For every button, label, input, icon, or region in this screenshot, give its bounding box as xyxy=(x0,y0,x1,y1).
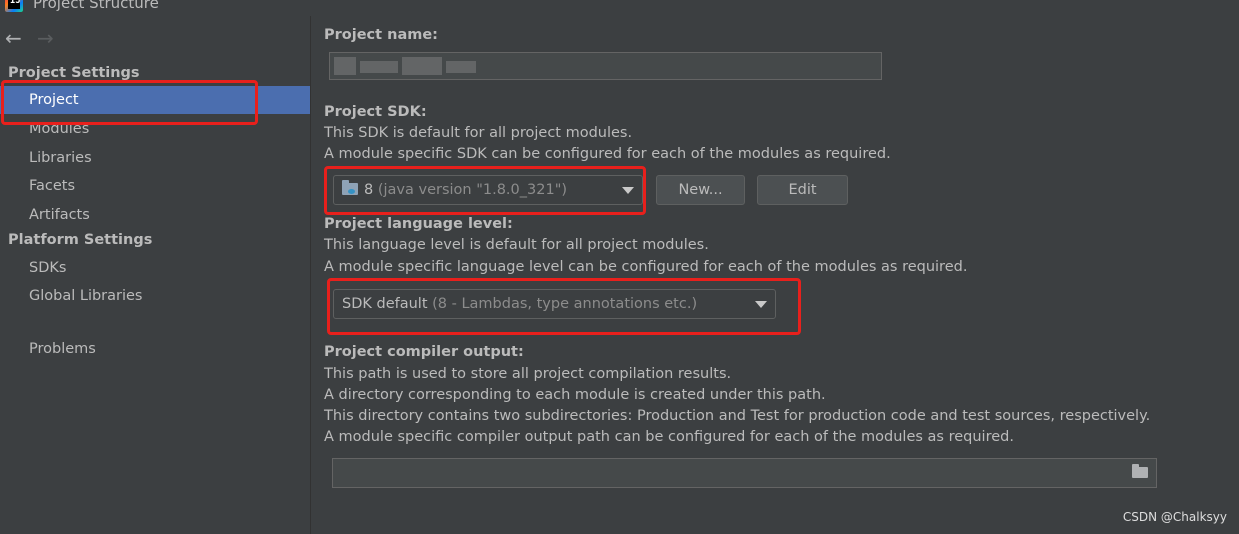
sidebar-item-project[interactable]: Project xyxy=(0,86,310,114)
chevron-down-icon xyxy=(755,301,767,308)
compiler-output-desc-3: This directory contains two subdirectori… xyxy=(324,408,1151,424)
edit-sdk-button[interactable]: Edit xyxy=(757,175,848,205)
sidebar-item-libraries[interactable]: Libraries xyxy=(0,144,310,172)
compiler-output-desc-4: A module specific compiler output path c… xyxy=(324,429,1014,445)
chevron-down-icon xyxy=(622,187,634,194)
project-name-field[interactable] xyxy=(329,52,882,80)
section-header-project-settings: Project Settings xyxy=(8,65,140,81)
redacted-blur xyxy=(402,57,442,75)
redacted-blur xyxy=(360,61,398,73)
project-settings-panel: Project name: Project SDK: This SDK is d… xyxy=(311,16,1239,534)
language-level-desc-2: A module specific language level can be … xyxy=(324,259,968,275)
project-sdk-desc-2: A module specific SDK can be configured … xyxy=(324,146,891,162)
sdk-folder-icon xyxy=(342,180,358,195)
forward-arrow-icon[interactable]: → xyxy=(37,28,54,48)
window-title: Project Structure xyxy=(33,0,159,12)
language-level-desc-1: This language level is default for all p… xyxy=(324,237,709,253)
sidebar-item-facets[interactable]: Facets xyxy=(0,172,310,200)
watermark: CSDN @Chalksyy xyxy=(1122,510,1227,524)
project-sdk-label: Project SDK: xyxy=(324,104,427,120)
sdk-selected-value: 8 xyxy=(364,182,374,198)
language-level-dropdown[interactable]: SDK default (8 - Lambdas, type annotatio… xyxy=(333,289,776,319)
project-sdk-dropdown[interactable]: 8 (java version "1.8.0_321") xyxy=(333,175,643,205)
redacted-blur xyxy=(446,61,476,73)
compiler-output-desc-1: This path is used to store all project c… xyxy=(324,366,732,382)
project-name-label: Project name: xyxy=(324,27,438,43)
project-sdk-desc-1: This SDK is default for all project modu… xyxy=(324,125,633,141)
redacted-blur xyxy=(334,57,356,75)
sdk-selected-detail: (java version "1.8.0_321") xyxy=(377,182,568,198)
sidebar: ← → Project Settings Project Modules Lib… xyxy=(0,16,311,534)
sidebar-item-modules[interactable]: Modules xyxy=(0,115,310,143)
project-structure-dialog: IJ Project Structure ← → Project Setting… xyxy=(0,0,1239,534)
sidebar-item-global-libraries[interactable]: Global Libraries xyxy=(0,282,310,310)
sidebar-item-artifacts[interactable]: Artifacts xyxy=(0,201,310,229)
browse-folder-icon[interactable] xyxy=(1132,464,1148,478)
new-sdk-button[interactable]: New... xyxy=(656,175,745,205)
compiler-output-label: Project compiler output: xyxy=(324,344,524,360)
section-header-platform-settings: Platform Settings xyxy=(8,232,153,248)
language-level-selected-value: SDK default xyxy=(342,296,428,312)
compiler-output-desc-2: A directory corresponding to each module… xyxy=(324,387,826,403)
title-bar: IJ Project Structure xyxy=(0,0,1239,16)
language-level-selected-detail: (8 - Lambdas, type annotations etc.) xyxy=(432,296,698,312)
compiler-output-path-field[interactable] xyxy=(332,458,1157,488)
intellij-app-icon: IJ xyxy=(5,0,23,12)
language-level-label: Project language level: xyxy=(324,216,513,232)
sidebar-item-sdks[interactable]: SDKs xyxy=(0,254,310,282)
back-arrow-icon[interactable]: ← xyxy=(5,28,22,48)
sidebar-item-problems[interactable]: Problems xyxy=(0,335,310,363)
